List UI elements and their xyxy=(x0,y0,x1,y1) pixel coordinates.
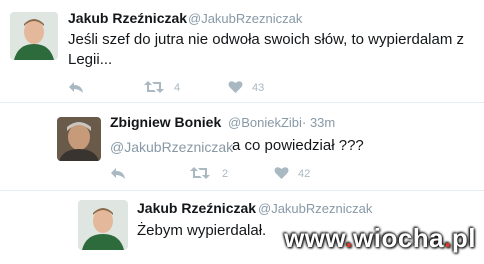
avatar-photo xyxy=(78,200,128,250)
avatar[interactable] xyxy=(10,12,58,60)
reply-icon[interactable] xyxy=(110,166,126,185)
retweet-count: 2 xyxy=(222,168,229,180)
like-icon[interactable] xyxy=(228,80,243,99)
author-name[interactable]: Jakub Rzeźniczak xyxy=(68,10,187,26)
avatar[interactable] xyxy=(57,117,101,161)
reply-icon[interactable] xyxy=(68,80,84,99)
tweet-text-line-2: Legii... xyxy=(68,51,113,68)
tweet-time[interactable]: · 33m xyxy=(302,115,335,130)
like-icon[interactable] xyxy=(274,166,289,185)
author-handle[interactable]: @JakubRzezniczak xyxy=(258,201,372,216)
author-name[interactable]: Zbigniew Boniek xyxy=(110,114,221,130)
divider xyxy=(0,102,484,103)
tweet-text: a co powiedział ??? xyxy=(232,137,364,154)
author-handle[interactable]: @JakubRzezniczak xyxy=(188,11,302,26)
watermark-part: wiocha xyxy=(353,223,445,253)
tweet-text-line-1: Jeśli szef do jutra nie odwoła swoich sł… xyxy=(68,31,465,48)
watermark-dot: . xyxy=(444,223,452,253)
like-count: 42 xyxy=(298,168,311,180)
avatar[interactable] xyxy=(78,200,128,250)
divider xyxy=(0,190,484,191)
retweet-count: 4 xyxy=(174,82,181,94)
watermark-part: pl xyxy=(451,223,476,253)
avatar-photo xyxy=(57,117,101,161)
like-count: 43 xyxy=(252,82,265,94)
author-name[interactable]: Jakub Rzeźniczak xyxy=(137,200,256,216)
author-handle[interactable]: @BoniekZibi xyxy=(228,115,302,130)
tweet-text: Żebym wypierdalał. xyxy=(137,222,267,239)
avatar-photo xyxy=(10,12,58,60)
watermark-part: www xyxy=(284,223,346,253)
watermark-dot: . xyxy=(345,223,354,253)
reply-mention[interactable]: @JakubRzezniczak xyxy=(110,139,233,155)
watermark: www.wiocha.pl xyxy=(284,223,476,254)
retweet-icon[interactable] xyxy=(190,166,210,185)
retweet-icon[interactable] xyxy=(144,80,164,99)
